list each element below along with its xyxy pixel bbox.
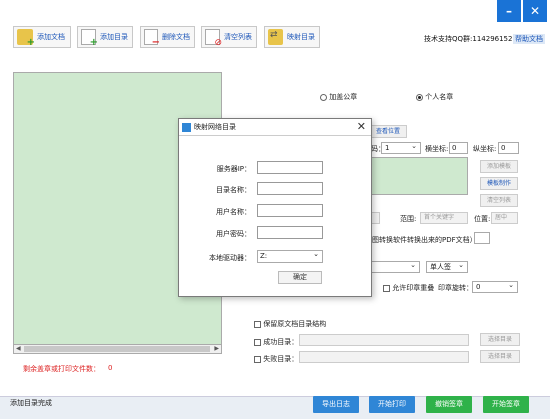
server-ip-label: 服务器IP： xyxy=(216,165,251,173)
map-network-dialog: 映射网络目录 ✕ 服务器IP： 目录名称： 用户名称： 用户密码： 本地驱动器：… xyxy=(178,118,372,297)
checkbox-icon xyxy=(254,320,261,328)
clear-list-icon xyxy=(205,29,222,48)
dir-name-label: 目录名称： xyxy=(216,186,251,194)
success-dir-checkbox[interactable]: 成功目录： xyxy=(254,337,298,347)
support-qq-text: 技术支持QQ群:114296152 xyxy=(424,35,513,43)
keep-structure-label: 保留原文档目录结构 xyxy=(263,320,327,328)
seal-template-list[interactable] xyxy=(368,157,468,195)
document-add-icon xyxy=(81,29,98,48)
add-folder-label: 添加目录 xyxy=(100,33,128,41)
radio-selected-icon xyxy=(416,93,423,101)
help-document-link[interactable]: 帮助文档 xyxy=(513,34,545,44)
scroll-right-icon[interactable]: ▶ xyxy=(214,345,219,353)
remaining-files-label: 剩余盖章或打印文件数： xyxy=(23,365,100,373)
map-folder-icon xyxy=(268,29,283,45)
add-template-button[interactable]: 添加模板 xyxy=(480,160,518,173)
checkbox-icon xyxy=(383,284,390,292)
dialog-title: 映射网络目录 xyxy=(194,123,236,131)
dialog-ok-button[interactable]: 确定 xyxy=(278,271,322,284)
checkbox-icon xyxy=(254,355,261,363)
pdf-note-text: 图转换软件转换出来的PDF文档） xyxy=(372,236,477,244)
password-input[interactable] xyxy=(257,226,323,239)
app-icon xyxy=(182,122,191,132)
local-drive-select[interactable]: Z: xyxy=(257,249,323,263)
y-coordinate-label: 纵坐标: xyxy=(473,145,497,153)
range-input[interactable]: 首个关键字 xyxy=(420,212,468,224)
folder-add-icon xyxy=(17,29,35,48)
preview-position-button[interactable]: 查看位置 xyxy=(369,125,407,138)
delete-document-label: 删除文档 xyxy=(162,33,190,41)
checkbox-icon xyxy=(254,338,261,346)
clear-list-label: 清空列表 xyxy=(224,33,252,41)
scrollbar-thumb[interactable] xyxy=(24,346,210,352)
delete-document-button[interactable]: 删除文档 xyxy=(140,26,195,48)
fail-dir-checkbox[interactable]: 失败目录： xyxy=(254,354,298,364)
keep-structure-checkbox[interactable]: 保留原文档目录结构 xyxy=(254,319,326,329)
allow-overlap-label: 允许印章重叠 xyxy=(392,284,435,292)
range-label: 范围: xyxy=(400,215,417,223)
fail-dir-label: 失败目录： xyxy=(263,355,299,363)
x-coordinate-label: 横坐标: xyxy=(425,145,449,153)
success-dir-input[interactable] xyxy=(299,334,469,346)
minimize-button[interactable]: – xyxy=(497,0,521,22)
choose-fail-dir-button[interactable]: 选择目录 xyxy=(480,350,520,363)
username-label: 用户名称： xyxy=(216,208,251,216)
radio-personal-seal[interactable]: 个人名章 xyxy=(416,92,453,102)
position-label: 位置: xyxy=(474,215,491,223)
scroll-left-icon[interactable]: ◀ xyxy=(16,345,21,353)
note-field xyxy=(474,232,490,244)
local-drive-label: 本地驱动器： xyxy=(209,254,251,262)
rotate-select[interactable]: 0 xyxy=(472,280,518,293)
server-ip-input[interactable] xyxy=(257,161,323,174)
radio-official-seal[interactable]: 加盖公章 xyxy=(320,92,357,102)
make-template-button[interactable]: 模板制作 xyxy=(480,177,518,190)
stamp-mode-select[interactable] xyxy=(370,260,420,273)
undo-stamp-button[interactable]: 撤销签章 xyxy=(426,396,472,413)
allow-overlap-checkbox[interactable]: 允许印章重叠 xyxy=(383,283,434,293)
status-text: 添加目录完成 xyxy=(10,399,52,407)
radio-personal-label: 个人名章 xyxy=(425,93,454,101)
password-label: 用户密码： xyxy=(216,230,251,238)
dialog-titlebar[interactable]: 映射网络目录 ✕ xyxy=(179,119,371,136)
x-coordinate-input[interactable]: 0 xyxy=(449,142,468,154)
username-input[interactable] xyxy=(257,204,323,217)
stamp-type-select[interactable]: 单人签 xyxy=(426,260,468,273)
dialog-close-icon[interactable]: ✕ xyxy=(357,120,366,133)
radio-official-label: 加盖公章 xyxy=(329,93,358,101)
clear-list-button[interactable]: 清空列表 xyxy=(201,26,257,48)
export-log-button[interactable]: 导出日志 xyxy=(313,396,359,413)
position-select[interactable]: 居中 xyxy=(491,212,518,224)
map-folder-label: 映射目录 xyxy=(287,33,315,41)
add-folder-button[interactable]: 添加目录 xyxy=(77,26,133,48)
horizontal-scrollbar[interactable]: ◀ ▶ xyxy=(13,344,222,354)
document-delete-icon xyxy=(144,29,160,48)
y-coordinate-input[interactable]: 0 xyxy=(498,142,519,154)
remaining-files-count: 0 xyxy=(108,364,113,372)
choose-success-dir-button[interactable]: 选择目录 xyxy=(480,333,520,346)
page-select[interactable]: 1 xyxy=(381,141,421,154)
start-stamp-button[interactable]: 开始签章 xyxy=(483,396,529,413)
close-button[interactable]: ✕ xyxy=(523,0,547,22)
map-folder-button[interactable]: 映射目录 xyxy=(264,26,320,48)
start-print-button[interactable]: 开始打印 xyxy=(369,396,415,413)
fail-dir-input[interactable] xyxy=(299,351,469,363)
add-document-button[interactable]: 添加文档 xyxy=(13,26,71,48)
radio-icon xyxy=(320,93,327,101)
success-dir-label: 成功目录： xyxy=(263,338,299,346)
add-document-label: 添加文档 xyxy=(37,33,65,41)
dir-name-input[interactable] xyxy=(257,182,323,195)
clear-template-list-button[interactable]: 清空列表 xyxy=(480,194,518,207)
rotate-label: 印章旋转： xyxy=(438,284,473,292)
